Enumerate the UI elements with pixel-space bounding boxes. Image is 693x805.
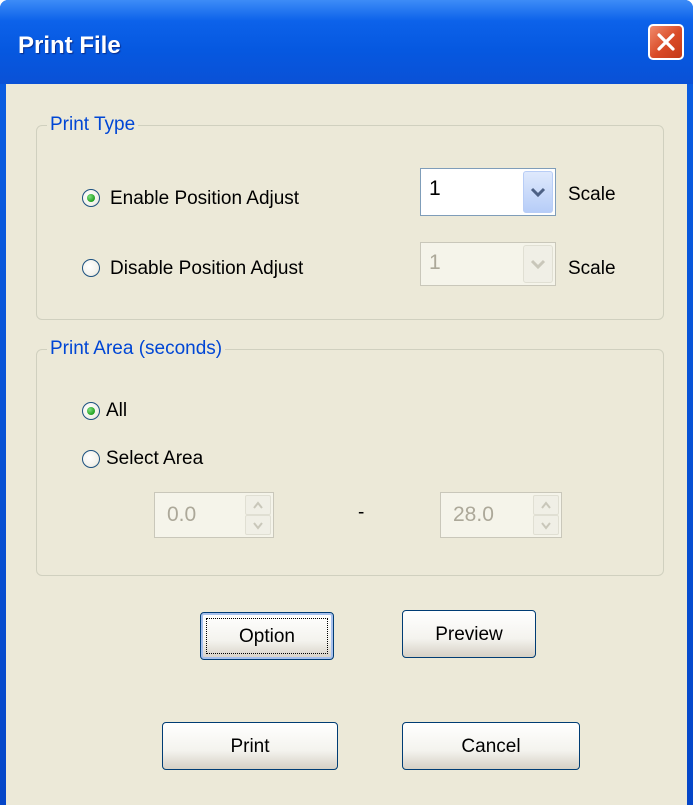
print-button[interactable]: Print xyxy=(162,722,338,770)
arrow-up-icon xyxy=(253,501,263,509)
area-end-value: 28.0 xyxy=(453,503,494,526)
cancel-button[interactable]: Cancel xyxy=(402,722,580,770)
chevron-down-icon xyxy=(530,259,546,270)
area-range-separator: - xyxy=(358,502,365,523)
print-area-legend: Print Area (seconds) xyxy=(50,338,223,359)
enable-scale-dropdown-button[interactable] xyxy=(523,171,553,213)
print-file-dialog: Print File Print Type Enable Position Ad… xyxy=(0,0,693,805)
title-bar[interactable]: Print File xyxy=(0,0,693,84)
area-end-down-button xyxy=(533,515,559,535)
arrow-down-icon xyxy=(253,522,263,530)
disable-scale-value: 1 xyxy=(429,251,441,274)
disable-position-adjust-radio[interactable] xyxy=(82,259,100,277)
area-start-up-button xyxy=(245,495,271,515)
print-button-label: Print xyxy=(230,736,270,757)
arrow-down-icon xyxy=(541,522,551,530)
disable-position-adjust-label[interactable]: Disable Position Adjust xyxy=(110,258,303,280)
area-start-value: 0.0 xyxy=(167,503,197,526)
chevron-down-icon xyxy=(530,187,546,198)
enable-position-adjust-radio[interactable] xyxy=(82,189,100,207)
select-area-label[interactable]: Select Area xyxy=(106,448,203,470)
area-start-stepper: 0.0 xyxy=(154,492,274,538)
dialog-body: Print Type Enable Position Adjust 1 Scal… xyxy=(6,84,687,805)
cancel-button-label: Cancel xyxy=(461,736,521,757)
area-end-stepper: 28.0 xyxy=(440,492,562,538)
disable-scale-dropdown-button xyxy=(523,245,553,283)
all-radio[interactable] xyxy=(82,402,100,420)
print-type-legend: Print Type xyxy=(50,114,136,135)
disable-scale-combo: 1 xyxy=(420,242,556,286)
area-start-down-button xyxy=(245,515,271,535)
close-icon xyxy=(657,33,675,51)
option-button-label: Option xyxy=(239,626,295,647)
option-button[interactable]: Option xyxy=(200,612,334,660)
print-type-group: Print Type xyxy=(36,114,664,320)
window-title: Print File xyxy=(18,32,121,59)
disable-scale-unit: Scale xyxy=(568,258,616,279)
select-area-radio[interactable] xyxy=(82,450,100,468)
area-end-up-button xyxy=(533,495,559,515)
enable-scale-unit: Scale xyxy=(568,184,616,205)
enable-position-adjust-label[interactable]: Enable Position Adjust xyxy=(110,188,299,210)
enable-scale-value: 1 xyxy=(429,177,441,200)
preview-button-label: Preview xyxy=(435,624,503,645)
enable-scale-combo[interactable]: 1 xyxy=(420,168,556,216)
all-label[interactable]: All xyxy=(106,400,127,422)
arrow-up-icon xyxy=(541,501,551,509)
preview-button[interactable]: Preview xyxy=(402,610,536,658)
close-button[interactable] xyxy=(648,24,684,60)
